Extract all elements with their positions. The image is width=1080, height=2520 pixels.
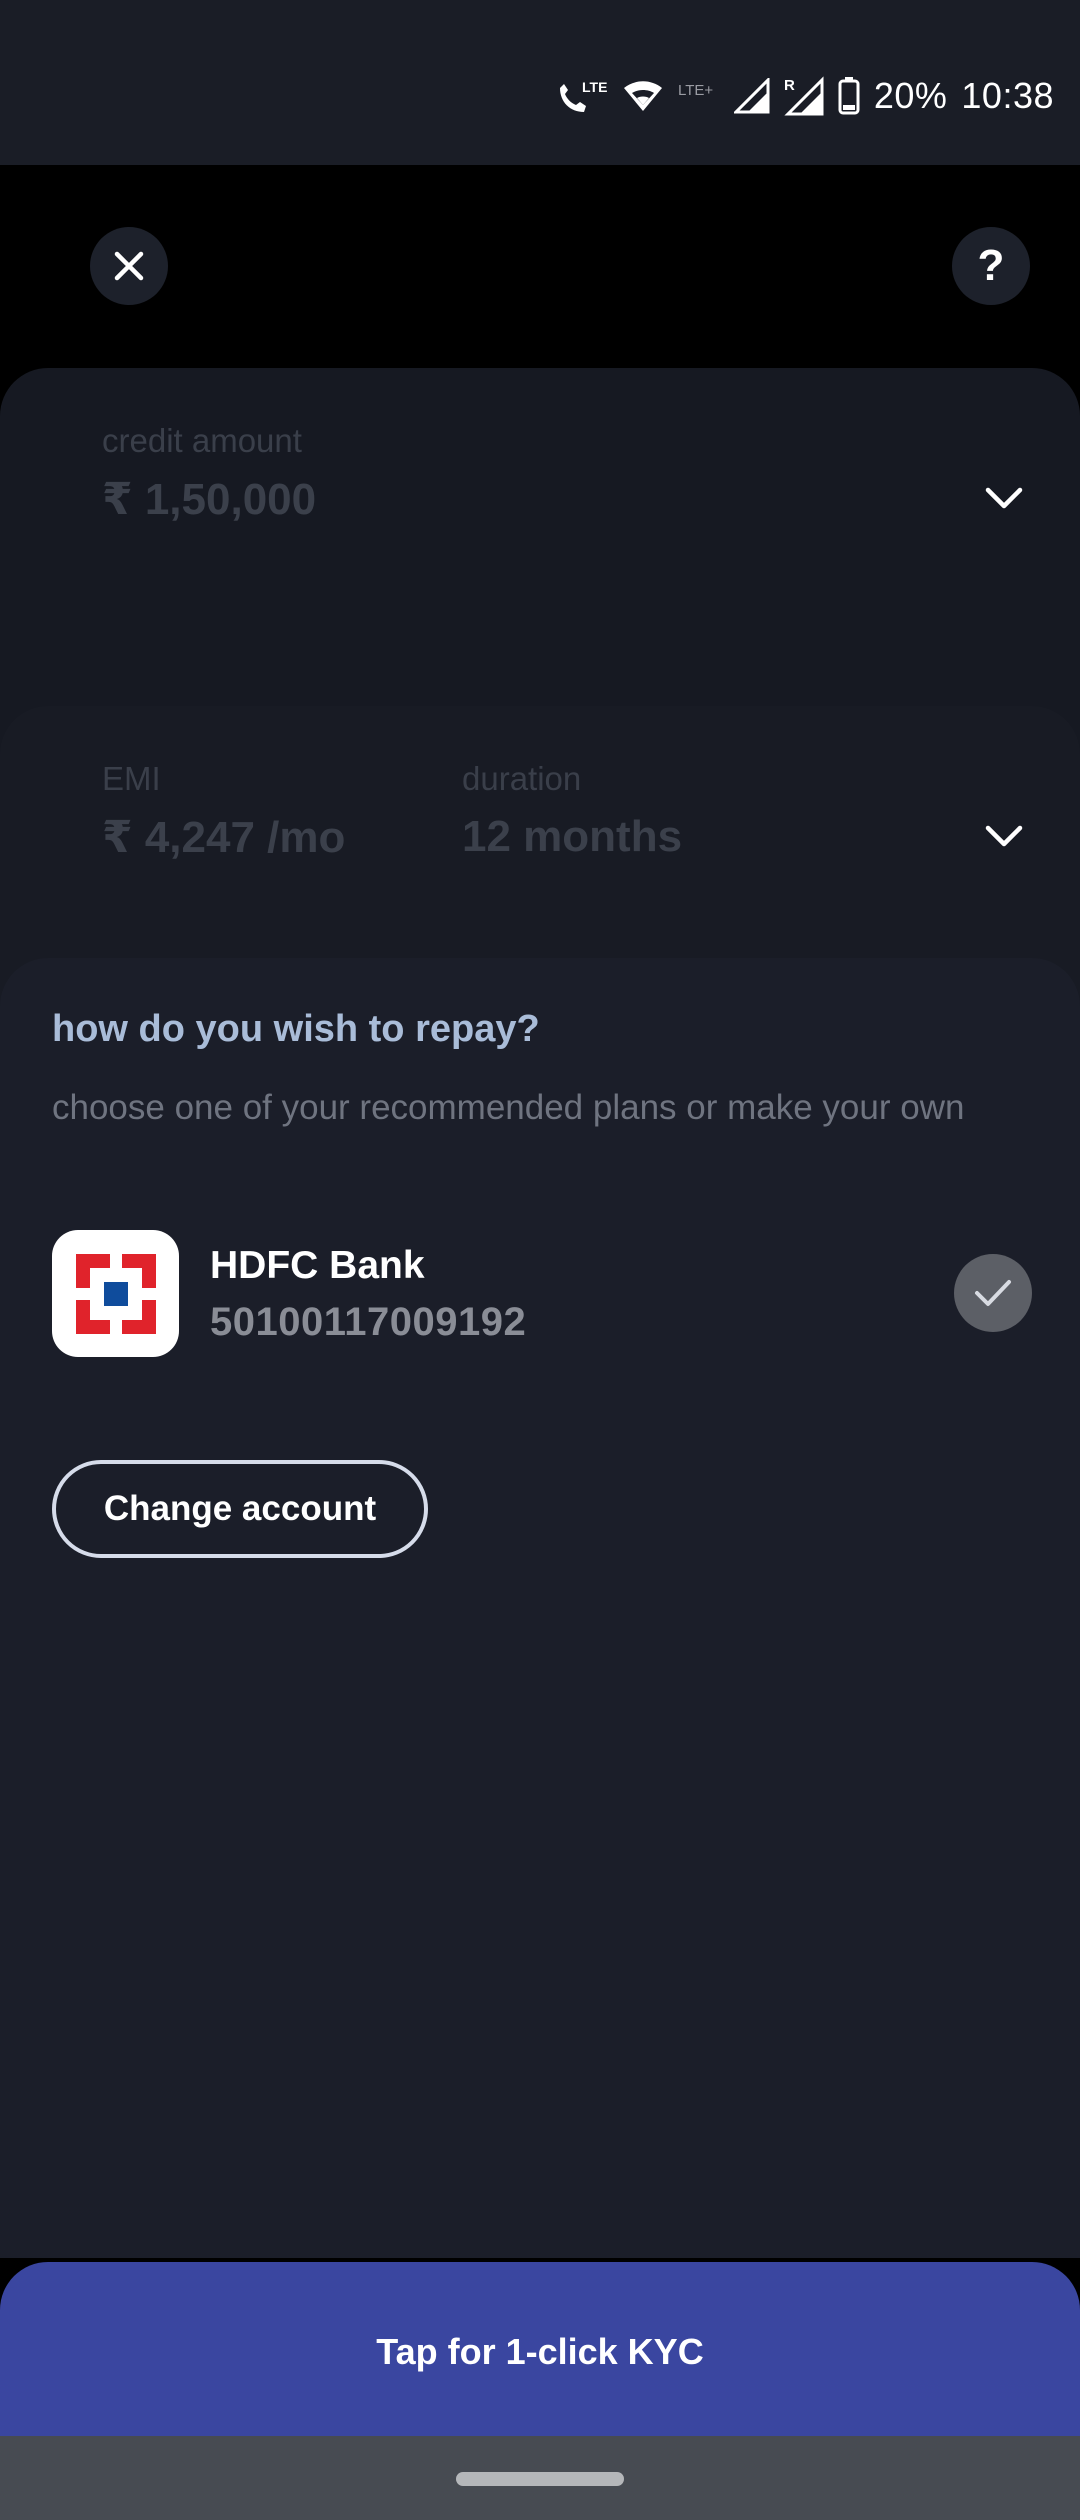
battery-percent: 20% [873, 75, 948, 116]
status-bar: LTE LTE+ R 20% 10:38 [0, 0, 1080, 165]
volte-call-icon: LTE [556, 76, 608, 116]
repay-subtitle: choose one of your recommended plans or … [52, 1088, 965, 1127]
chevron-down-icon[interactable] [984, 822, 1024, 850]
bank-account-row[interactable]: HDFC Bank 50100117009192 [52, 1230, 1032, 1360]
lte-plus-icon: LTE+ [678, 81, 720, 111]
credit-amount-label: credit amount [102, 422, 302, 459]
duration-value: 12 months [462, 812, 683, 861]
header: ? [0, 165, 1080, 370]
emi-value: ₹ 4,247 /mo [102, 813, 346, 862]
check-icon [975, 1280, 1011, 1306]
screen: LTE LTE+ R 20% 10:38 ? credit amount ₹ 1… [0, 0, 1080, 2520]
repay-sheet: how do you wish to repay? choose one of … [0, 958, 1080, 2258]
help-button[interactable]: ? [952, 227, 1030, 305]
duration-label: duration [462, 760, 582, 797]
credit-amount-value: ₹ 1,50,000 [102, 475, 317, 524]
close-icon [114, 251, 144, 281]
chevron-down-icon[interactable] [984, 484, 1024, 512]
change-account-button[interactable]: Change account [52, 1460, 428, 1558]
hdfc-bank-logo [52, 1230, 179, 1357]
home-handle[interactable] [456, 2472, 624, 2486]
wifi-icon [622, 79, 664, 113]
roaming-label: R [784, 77, 795, 94]
lte-label: LTE [582, 79, 607, 95]
bank-account-number: 50100117009192 [210, 1300, 527, 1344]
emi-label: EMI [102, 760, 161, 797]
kyc-cta-button[interactable]: Tap for 1-click KYC [0, 2262, 1080, 2442]
help-icon: ? [977, 241, 1005, 290]
selected-check-button[interactable] [954, 1254, 1032, 1332]
battery-icon [838, 77, 860, 115]
navigation-bar [0, 2436, 1080, 2520]
bank-name: HDFC Bank [210, 1244, 425, 1287]
status-icons: LTE LTE+ R 20% 10:38 [556, 66, 1054, 126]
clock: 10:38 [961, 75, 1054, 116]
repay-title: how do you wish to repay? [52, 1008, 540, 1050]
hdfc-logo-icon [75, 1253, 156, 1334]
close-button[interactable] [90, 227, 168, 305]
roaming-signal-icon: R [784, 76, 824, 116]
lte-plus-label: LTE+ [678, 82, 713, 99]
signal-icon [733, 78, 770, 114]
